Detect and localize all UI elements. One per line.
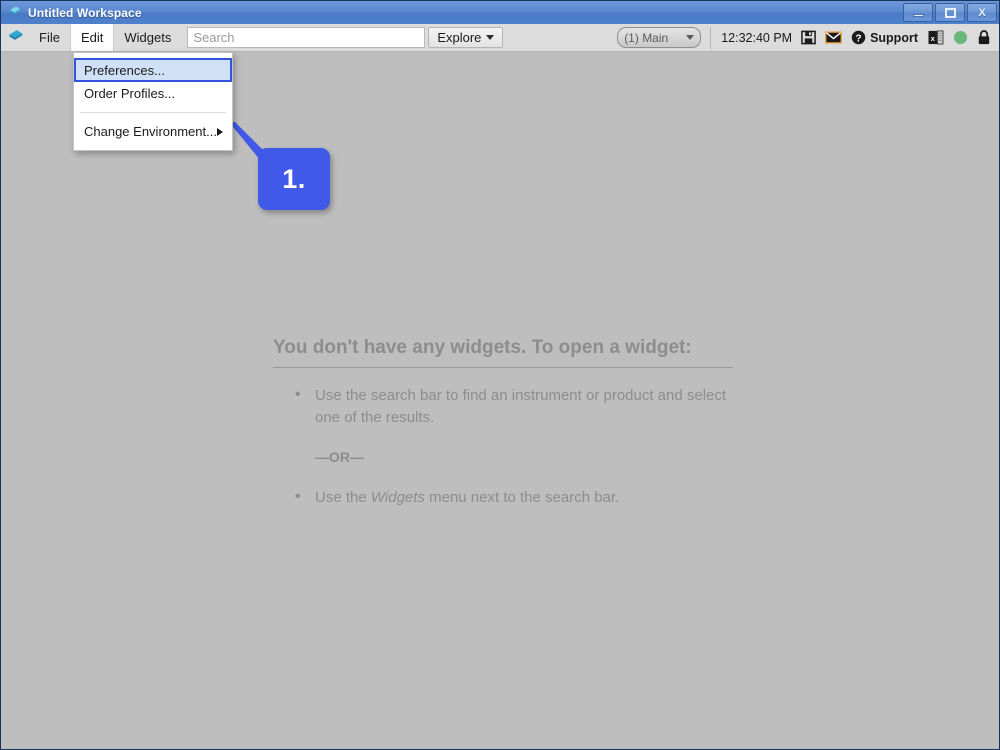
callout-badge-1: 1.: [258, 148, 330, 210]
profile-select[interactable]: (1) Main: [617, 27, 702, 48]
mail-icon[interactable]: [825, 31, 842, 44]
window-title: Untitled Workspace: [28, 5, 142, 20]
menu-widgets[interactable]: Widgets: [114, 24, 181, 51]
menu-item-order-profiles-label: Order Profiles...: [84, 86, 176, 101]
excel-icon[interactable]: x: [928, 30, 944, 45]
maximize-button[interactable]: [935, 3, 965, 22]
instruction-emphasis: Widgets: [370, 489, 425, 506]
chevron-right-icon: [216, 127, 223, 136]
clock-display: 12:32:40 PM: [721, 30, 793, 45]
search-group: Explore: [187, 24, 504, 51]
menu-item-preferences-label: Preferences...: [84, 62, 165, 78]
menu-item-preferences[interactable]: Preferences...: [74, 58, 232, 82]
instruction-prefix: Use the: [315, 489, 371, 506]
main-toolbar: File Edit Widgets Explore (1) Main 12:32…: [1, 24, 999, 52]
chevron-down-icon: [686, 35, 695, 40]
application-window: Untitled Workspace X File Edit Widgets S…: [0, 0, 1000, 750]
explore-button[interactable]: Explore: [428, 27, 504, 48]
window-controls: X: [903, 3, 997, 22]
title-bar: Untitled Workspace X: [1, 1, 999, 24]
menu-item-change-environment[interactable]: Change Environment...: [74, 120, 232, 143]
menu-item-order-profiles[interactable]: Order Profiles...: [74, 82, 232, 105]
edit-menu-dropdown: Preferences... Order Profiles... Change …: [73, 52, 233, 151]
close-icon: X: [978, 6, 986, 19]
callout-number: 1.: [282, 163, 306, 194]
toolbar-right-group: (1) Main 12:32:40 PM ? Support x: [617, 24, 999, 51]
instruction-suffix: menu next to the search bar.: [424, 489, 620, 506]
app-logo-icon: [1, 24, 29, 51]
instruction-item-widgets: Use the Widgets menu next to the search …: [273, 486, 733, 509]
menu-file[interactable]: File: [29, 24, 70, 51]
menu-item-change-environment-label: Change Environment...: [84, 124, 217, 139]
lock-icon[interactable]: [977, 30, 991, 45]
menu-separator: [80, 112, 226, 113]
empty-state-title: You don't have any widgets. To open a wi…: [273, 337, 733, 368]
workspace-content-area: You don't have any widgets. To open a wi…: [1, 52, 999, 749]
menu-edit[interactable]: Edit: [69, 24, 115, 51]
toolbar-divider: [710, 26, 712, 49]
or-separator-label: —OR—: [315, 449, 364, 465]
empty-state-instructions-2: Use the Widgets menu next to the search …: [273, 486, 733, 509]
empty-state-instructions: Use the search bar to find an instrument…: [273, 384, 733, 429]
empty-state-message: You don't have any widgets. To open a wi…: [273, 337, 733, 515]
status-green-icon[interactable]: [953, 30, 968, 45]
close-button[interactable]: X: [967, 3, 997, 22]
diamond-logo-icon: [6, 5, 22, 21]
minimize-button[interactable]: [903, 3, 933, 22]
instruction-item-search: Use the search bar to find an instrument…: [273, 384, 733, 429]
toolbar-left-group: File Edit Widgets Explore: [1, 24, 504, 51]
explore-label: Explore: [437, 30, 482, 45]
svg-text:?: ?: [855, 33, 861, 44]
profile-select-value: (1) Main: [624, 30, 669, 45]
chevron-down-icon: [486, 35, 495, 40]
search-input[interactable]: [187, 27, 426, 48]
help-circle-icon[interactable]: ?: [851, 30, 866, 45]
save-icon[interactable]: [801, 30, 816, 45]
support-label[interactable]: Support: [870, 31, 918, 45]
